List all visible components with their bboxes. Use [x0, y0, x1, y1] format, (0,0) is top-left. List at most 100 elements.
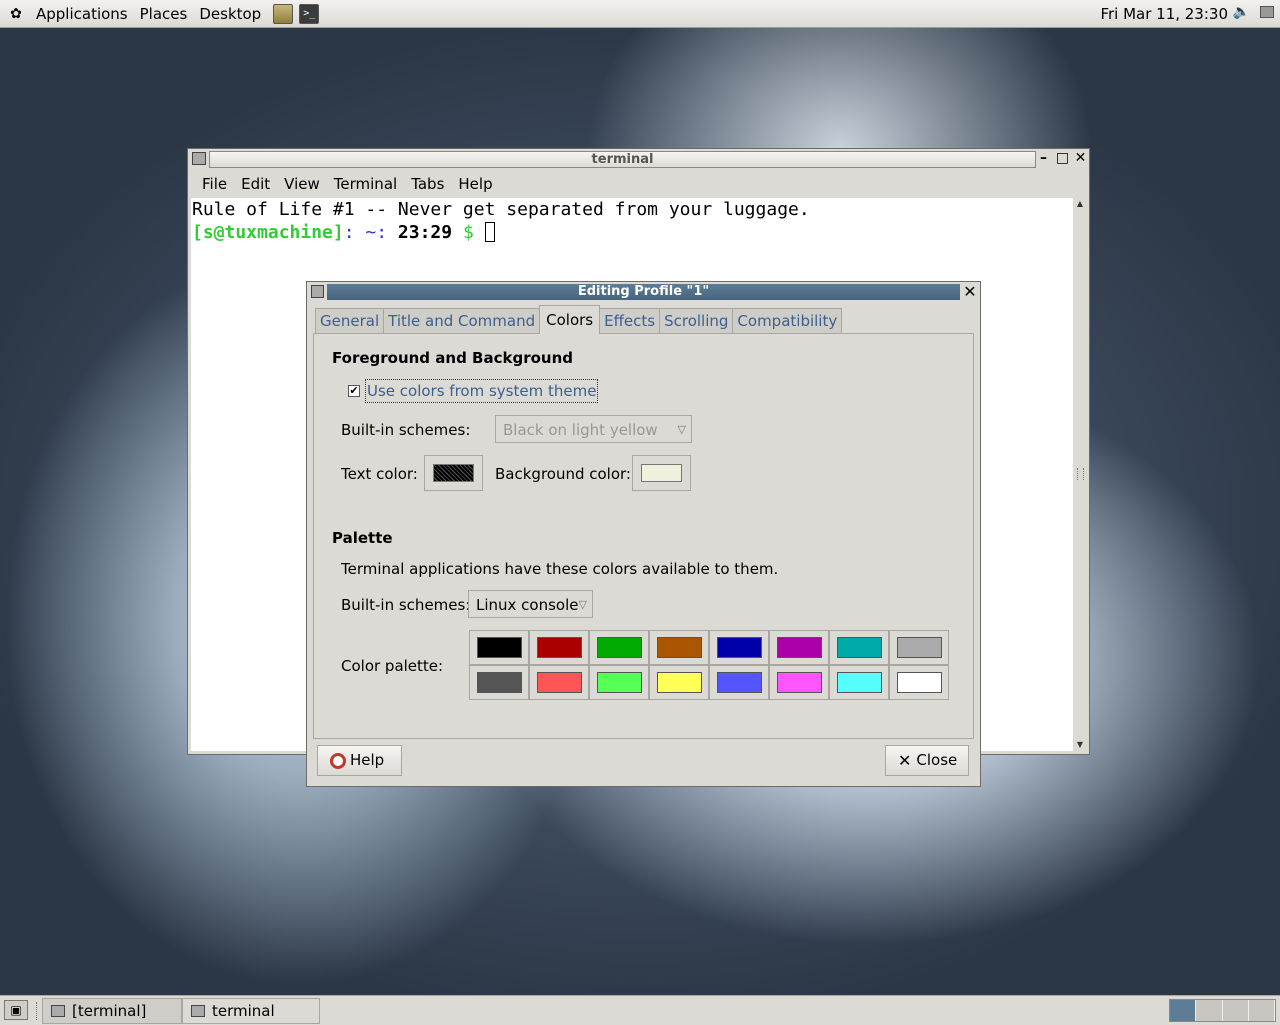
fg-bg-heading: Foreground and Background: [332, 349, 573, 367]
fg-bg-scheme-combo[interactable]: Black on light yellow ▽: [495, 415, 692, 443]
prompt-time: 23:29: [397, 222, 453, 243]
top-panel: ✿ Applications Places Desktop >_ Fri Mar…: [0, 0, 1280, 28]
menu-file[interactable]: File: [188, 175, 234, 193]
terminal-launcher-icon[interactable]: >_: [299, 3, 320, 24]
tab-colors[interactable]: Colors: [539, 305, 601, 334]
minimize-icon[interactable]: –: [1035, 150, 1052, 167]
palette-color-button[interactable]: [829, 630, 889, 665]
terminal-prompt-line: [s@tuxmachine]: ~: 23:29 $: [191, 221, 1073, 244]
volume-icon[interactable]: 🔈: [1233, 4, 1250, 20]
palette-color-button[interactable]: [589, 665, 649, 700]
palette-color-button[interactable]: [529, 665, 589, 700]
palette-color-swatch: [837, 637, 882, 658]
menu-help[interactable]: Help: [451, 175, 499, 193]
scroll-up-icon[interactable]: ▲: [1075, 199, 1085, 209]
palette-color-swatch: [597, 672, 642, 693]
places-menu[interactable]: Places: [134, 5, 194, 23]
applications-menu[interactable]: Applications: [30, 5, 134, 23]
terminal-title[interactable]: terminal: [209, 151, 1036, 168]
tab-compatibility[interactable]: Compatibility: [732, 308, 843, 334]
palette-color-button[interactable]: [709, 630, 769, 665]
dialog-title[interactable]: Editing Profile "1": [327, 284, 960, 300]
terminal-task-icon: [191, 1005, 205, 1017]
palette-color-button[interactable]: [769, 630, 829, 665]
menu-edit[interactable]: Edit: [234, 175, 277, 193]
profile-dialog: Editing Profile "1" ✕ General Title and …: [306, 281, 981, 787]
palette-color-button[interactable]: [769, 665, 829, 700]
bottom-panel: ▣ [terminal] terminal: [0, 995, 1280, 1025]
dialog-titlebar[interactable]: Editing Profile "1" ✕: [307, 282, 980, 302]
palette-color-swatch: [837, 672, 882, 693]
palette-color-swatch: [477, 672, 522, 693]
builtin-schemes-label: Built-in schemes:: [341, 421, 471, 439]
tab-effects[interactable]: Effects: [599, 308, 661, 334]
task-terminal[interactable]: terminal: [182, 998, 320, 1024]
palette-builtin-label: Built-in schemes:: [341, 596, 471, 614]
palette-color-button[interactable]: [529, 630, 589, 665]
text-color-button[interactable]: [424, 455, 483, 491]
palette-color-button[interactable]: [829, 665, 889, 700]
dialog-tabs: General Title and Command Colors Effects…: [315, 305, 843, 334]
help-lifebuoy-icon: [330, 752, 346, 769]
palette-color-button[interactable]: [889, 630, 949, 665]
dialog-close-icon[interactable]: ✕: [960, 283, 980, 301]
desktop-menu[interactable]: Desktop: [193, 5, 267, 23]
workspace-4[interactable]: [1248, 1000, 1275, 1021]
menu-tabs[interactable]: Tabs: [404, 175, 451, 193]
workspace-switcher: [1169, 999, 1276, 1022]
terminal-titlebar[interactable]: terminal – □ ✕: [188, 149, 1089, 169]
close-icon[interactable]: ✕: [1072, 150, 1089, 167]
help-button[interactable]: Help: [317, 745, 402, 776]
palette-color-button[interactable]: [649, 630, 709, 665]
palette-color-swatch: [777, 672, 822, 693]
task-label: [terminal]: [72, 1002, 147, 1020]
palette-color-button[interactable]: [889, 665, 949, 700]
dialog-window-menu-icon[interactable]: [311, 285, 324, 298]
gnome-foot-icon[interactable]: ✿: [8, 6, 24, 22]
palette-color-button[interactable]: [589, 630, 649, 665]
terminal-scrollbar[interactable]: ▲ ▼: [1074, 198, 1086, 751]
window-menu-icon[interactable]: [192, 152, 206, 165]
palette-color-button[interactable]: [709, 665, 769, 700]
notification-area-icon[interactable]: [1260, 6, 1274, 18]
palette-color-button[interactable]: [469, 630, 529, 665]
tab-scrolling[interactable]: Scrolling: [659, 308, 734, 334]
workspace-1[interactable]: [1170, 1000, 1197, 1021]
scroll-grip[interactable]: [1077, 468, 1084, 480]
terminal-output-line: Rule of Life #1 -- Never get separated f…: [192, 199, 810, 220]
fg-bg-scheme-value: Black on light yellow: [503, 421, 658, 439]
menu-view[interactable]: View: [277, 175, 327, 193]
use-system-colors-checkbox[interactable]: ✔: [348, 385, 360, 397]
palette-color-button[interactable]: [649, 665, 709, 700]
show-desktop-icon[interactable]: ▣: [4, 1000, 28, 1020]
use-system-colors-label[interactable]: Use colors from system theme: [365, 379, 599, 403]
palette-scheme-combo[interactable]: Linux console ▽: [468, 590, 593, 618]
prompt-user-host: [s@tuxmachine]: [192, 222, 344, 243]
palette-color-swatch: [537, 672, 582, 693]
text-color-label: Text color:: [341, 465, 418, 483]
background-color-button[interactable]: [632, 455, 691, 491]
palette-heading: Palette: [332, 529, 393, 547]
file-manager-launcher-icon[interactable]: [273, 3, 294, 24]
palette-color-swatch: [657, 672, 702, 693]
terminal-menubar: File Edit View Terminal Tabs Help: [188, 171, 1089, 197]
palette-color-button[interactable]: [469, 665, 529, 700]
task-terminal-dialog[interactable]: [terminal]: [42, 998, 182, 1024]
palette-scheme-value: Linux console: [476, 596, 579, 614]
workspace-2[interactable]: [1196, 1000, 1223, 1021]
scroll-down-icon[interactable]: ▼: [1075, 740, 1085, 750]
palette-color-swatch: [897, 637, 942, 658]
chevron-down-icon: ▽: [677, 423, 686, 436]
clock[interactable]: Fri Mar 11, 23:30: [1100, 5, 1228, 23]
palette-color-swatch: [777, 637, 822, 658]
tab-title-and-command[interactable]: Title and Command: [383, 308, 541, 334]
close-button[interactable]: ✕ Close: [885, 745, 969, 776]
task-label: terminal: [212, 1002, 275, 1020]
menu-terminal[interactable]: Terminal: [327, 175, 404, 193]
maximize-icon[interactable]: □: [1054, 150, 1071, 167]
text-color-swatch: [433, 464, 474, 482]
palette-color-swatch: [537, 637, 582, 658]
tab-general[interactable]: General: [315, 308, 385, 334]
workspace-3[interactable]: [1222, 1000, 1249, 1021]
panel-handle[interactable]: [36, 1002, 40, 1020]
